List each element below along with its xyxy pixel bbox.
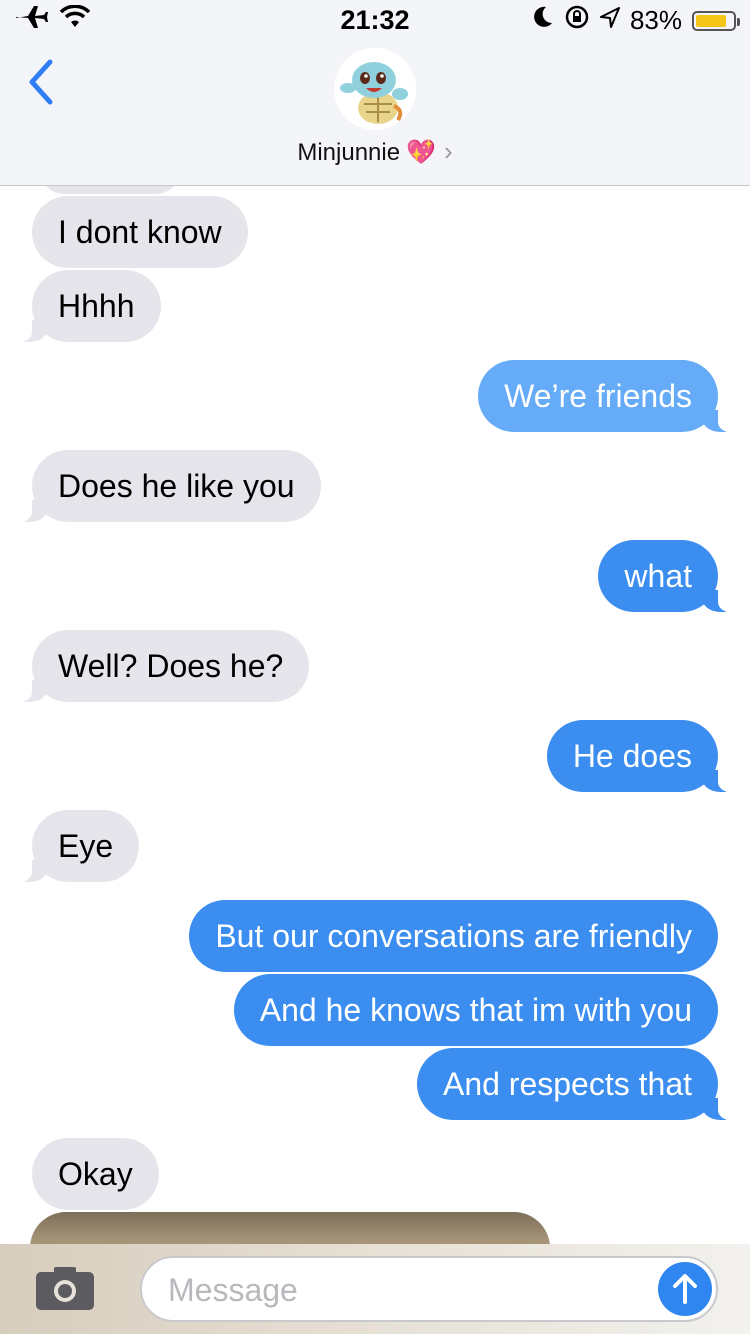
message-bubble-incoming[interactable]: Eye <box>13 810 140 882</box>
contact-name: Minjunnie <box>297 139 401 166</box>
message-bubble-outgoing[interactable]: And he knows that im with you <box>233 974 718 1046</box>
battery-fill <box>696 14 726 27</box>
message-bubble-outgoing[interactable]: We’re friends <box>478 360 736 432</box>
photo-attachment[interactable] <box>30 1212 550 1244</box>
battery-icon <box>692 10 740 31</box>
chevron-left-icon <box>29 59 53 105</box>
contact-name-row[interactable]: Minjunnie 💖 › <box>0 136 750 167</box>
chevron-right-icon: › <box>443 136 453 166</box>
send-button[interactable] <box>658 1262 712 1316</box>
sparkling-heart-icon: 💖 <box>406 139 436 166</box>
message-input[interactable] <box>166 1266 640 1314</box>
message-bubble-incoming[interactable]: I dont know <box>32 196 248 268</box>
message-bubble-outgoing[interactable]: what <box>598 540 736 612</box>
moon-icon <box>532 5 554 36</box>
message-field[interactable] <box>140 1256 718 1322</box>
message-bubble-incoming[interactable]: Well? Does he? <box>13 630 310 702</box>
composer-bar <box>0 1244 750 1334</box>
rotation-lock-icon <box>564 4 590 37</box>
status-right: 83% <box>532 4 740 37</box>
message-bubble-outgoing[interactable]: He does <box>546 720 737 792</box>
arrow-up-icon <box>673 1274 697 1304</box>
message-bubble-incoming[interactable]: Okay <box>32 1138 159 1210</box>
conversation-header: 21:32 83% Minjunnie 💖 › <box>0 0 750 186</box>
status-bar: 21:32 83% <box>0 0 750 40</box>
message-bubble-incoming[interactable]: Does he like you <box>14 450 321 522</box>
back-button[interactable] <box>22 58 62 106</box>
squirtle-avatar-icon <box>334 48 416 130</box>
camera-icon <box>36 1267 94 1310</box>
message-bubble-outgoing[interactable]: But our conversations are friendly <box>189 900 718 972</box>
location-icon <box>599 5 620 36</box>
partial-bubble <box>40 186 180 194</box>
message-bubble-outgoing[interactable]: And respects that <box>416 1048 737 1120</box>
camera-button[interactable] <box>34 1264 96 1312</box>
message-thread[interactable]: I dont know Hhhh We’re friends Does he l… <box>0 186 750 1244</box>
contact-avatar[interactable] <box>334 48 416 130</box>
battery-percent: 83% <box>629 5 682 35</box>
message-bubble-incoming[interactable]: Hhhh <box>14 270 161 342</box>
